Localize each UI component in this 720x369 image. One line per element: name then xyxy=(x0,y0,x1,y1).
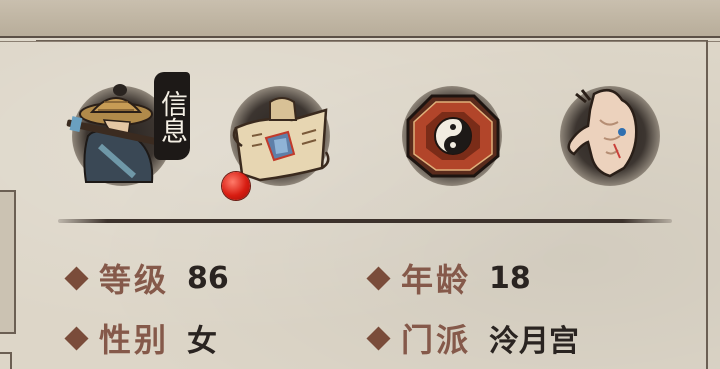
stat-level-label: 等级 xyxy=(99,261,170,299)
active-tab-label: 信息 xyxy=(154,72,190,160)
stat-gender-value: 女 xyxy=(187,324,218,359)
stat-age-label: 年龄 xyxy=(401,261,472,299)
stat-sect-label: 门派 xyxy=(401,321,472,359)
stat-age: 年龄 18 xyxy=(366,258,531,299)
stat-sect: 门派 泠月宫 xyxy=(366,318,580,359)
panel-top-border xyxy=(36,40,706,41)
section-divider xyxy=(58,219,672,223)
stat-gender: 性别 女 xyxy=(64,318,218,359)
stat-gender-label: 性别 xyxy=(99,321,170,359)
diamond-bullet-icon xyxy=(64,265,89,291)
stat-age-value: 18 xyxy=(489,260,531,296)
character-panel: 信息 等级 86 性别 女 年龄 18 门派 泠月宫 xyxy=(0,0,720,369)
tab-body[interactable] xyxy=(552,76,670,194)
tab-bagua[interactable] xyxy=(394,76,512,194)
left-frame-corner xyxy=(0,352,12,369)
left-frame-edge xyxy=(0,190,16,334)
stat-level: 等级 86 xyxy=(64,258,229,299)
notification-badge xyxy=(222,172,250,200)
stat-level-value: 86 xyxy=(187,260,229,296)
bagua-yinyang-icon xyxy=(406,94,500,178)
right-frame-edge xyxy=(706,40,716,369)
diamond-bullet-icon xyxy=(366,325,391,351)
diamond-bullet-icon xyxy=(64,325,89,351)
diamond-bullet-icon xyxy=(366,265,391,291)
top-bar xyxy=(0,0,720,42)
stat-sect-value: 泠月宫 xyxy=(489,324,580,359)
muscle-body-icon xyxy=(567,88,638,178)
